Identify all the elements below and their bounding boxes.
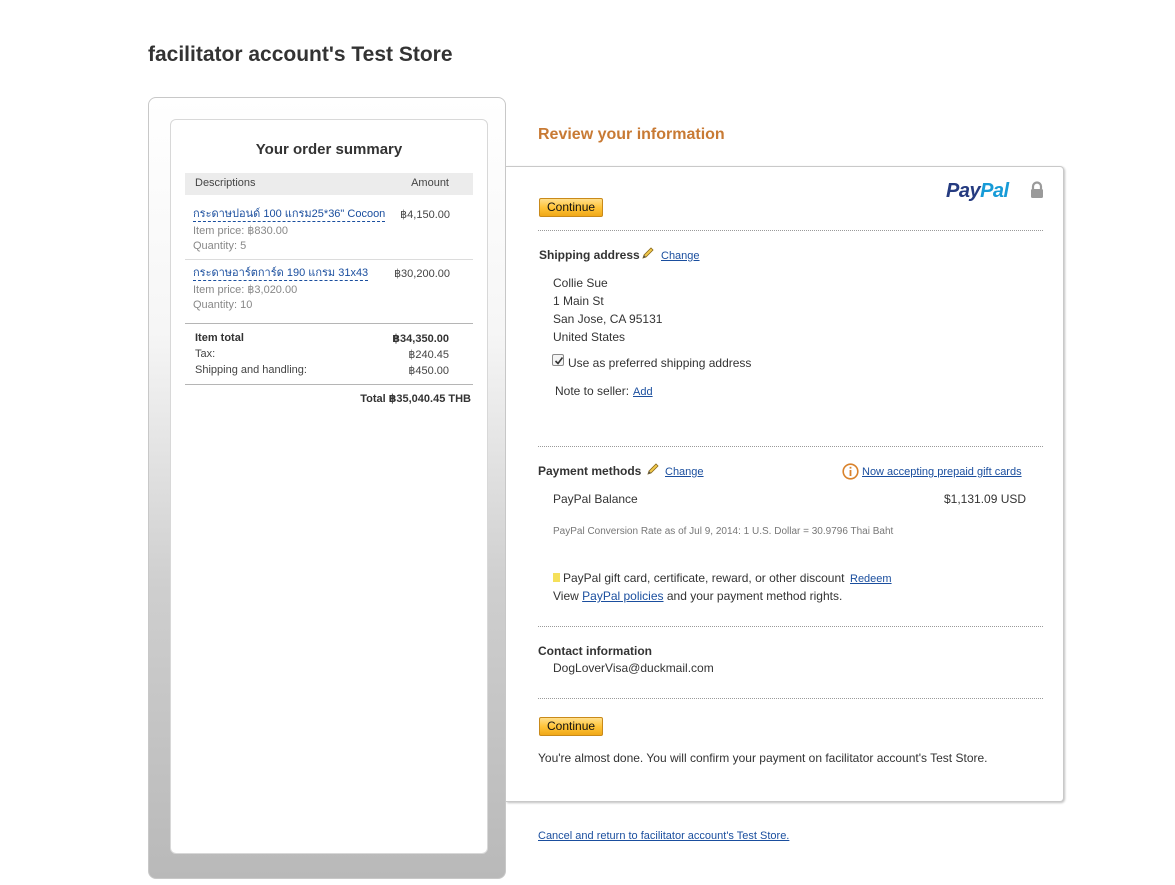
store-title: facilitator account's Test Store: [148, 43, 453, 66]
order-summary-heading: Your order summary: [255, 141, 403, 158]
descriptions-column-header: Descriptions: [195, 177, 256, 189]
totals-divider: [185, 323, 473, 324]
continue-button-top[interactable]: Continue: [539, 198, 604, 217]
cancel-return-link[interactable]: Cancel and return to facilitator account…: [538, 830, 789, 842]
payment-method: PayPal Balance: [553, 492, 638, 506]
amount-column-header: Amount: [411, 177, 449, 189]
payment-change-link[interactable]: Change: [665, 466, 704, 478]
tax-label: Tax:: [195, 348, 216, 360]
view-prefix: View: [553, 589, 579, 603]
conversion-rate: PayPal Conversion Rate as of Jul 9, 2014…: [553, 526, 894, 537]
section-divider: [538, 446, 1043, 447]
item-total-label: Item total: [195, 332, 244, 344]
info-icon: [842, 463, 859, 480]
paypal-logo-pal: Pal: [980, 180, 1009, 202]
order-item-quantity: Quantity: 10: [193, 299, 253, 311]
gift-card-notice-link[interactable]: Now accepting prepaid gift cards: [862, 466, 1022, 478]
shipping-value: ฿450.00: [408, 365, 449, 377]
shipping-address-title: Shipping address: [539, 248, 640, 262]
contact-information-title: Contact information: [538, 644, 652, 658]
almost-done-text: You're almost done. You will confirm you…: [538, 751, 988, 765]
order-item-amount: ฿4,150.00: [400, 209, 450, 221]
payment-amount: $1,131.09 USD: [944, 492, 1027, 506]
contact-email: DogLoverVisa@duckmail.com: [553, 661, 714, 675]
order-item-price: Item price: ฿3,020.00: [193, 284, 298, 296]
order-summary-card: Your order summary Descriptions Amount ก…: [170, 119, 488, 854]
order-item-quantity: Quantity: 5: [193, 240, 247, 252]
grand-total: Total ฿35,040.45 THB: [360, 393, 471, 405]
address-line: Collie Sue: [553, 276, 608, 290]
continue-button-bottom[interactable]: Continue: [539, 717, 604, 736]
address-line: San Jose, CA 95131: [553, 312, 663, 326]
address-line: United States: [553, 330, 626, 344]
preferred-address-label: Use as preferred shipping address: [568, 356, 752, 370]
section-divider: [538, 230, 1043, 231]
shipping-label: Shipping and handling:: [195, 364, 307, 376]
lock-icon: [1031, 181, 1043, 198]
view-suffix: and your payment method rights.: [666, 589, 843, 603]
gift-card-marker: [553, 573, 560, 582]
item-divider: [185, 259, 473, 260]
tax-value: ฿240.45: [408, 349, 449, 361]
gift-card-text: PayPal gift card, certificate, reward, o…: [563, 571, 845, 585]
section-divider: [538, 698, 1043, 699]
pencil-icon: [647, 463, 659, 475]
note-add-link[interactable]: Add: [633, 386, 653, 398]
paypal-policies-link[interactable]: PayPal policies: [582, 589, 663, 603]
section-divider: [538, 626, 1043, 627]
order-item-name[interactable]: กระดาษอาร์ตการ์ด 190 แกรม 31x43: [193, 267, 369, 281]
paypal-logo-pay: Pay: [946, 180, 981, 202]
order-item-amount: ฿30,200.00: [394, 268, 450, 280]
address-line: 1 Main St: [553, 294, 604, 308]
preferred-address-checkbox[interactable]: [552, 354, 564, 366]
order-item-price: Item price: ฿830.00: [193, 225, 289, 237]
order-summary-panel: Your order summary Descriptions Amount ก…: [148, 97, 506, 879]
paypal-logo: PayPal: [946, 180, 1009, 203]
total-divider: [185, 384, 473, 385]
item-total-value: ฿34,350.00: [392, 333, 449, 345]
note-to-seller-label: Note to seller:: [555, 384, 630, 398]
payment-methods-title: Payment methods: [538, 464, 642, 478]
shipping-change-link[interactable]: Change: [661, 250, 700, 262]
summary-table-header: Descriptions Amount: [185, 173, 473, 195]
checkmark-icon: [554, 357, 564, 365]
redeem-link[interactable]: Redeem: [850, 573, 892, 585]
policies-line: View PayPal policies and your payment me…: [553, 589, 842, 603]
order-item-name[interactable]: กระดาษปอนด์ 100 แกรม25*36" Cocoon: [193, 208, 386, 222]
review-heading: Review your information: [538, 126, 725, 143]
pencil-icon: [642, 247, 654, 259]
